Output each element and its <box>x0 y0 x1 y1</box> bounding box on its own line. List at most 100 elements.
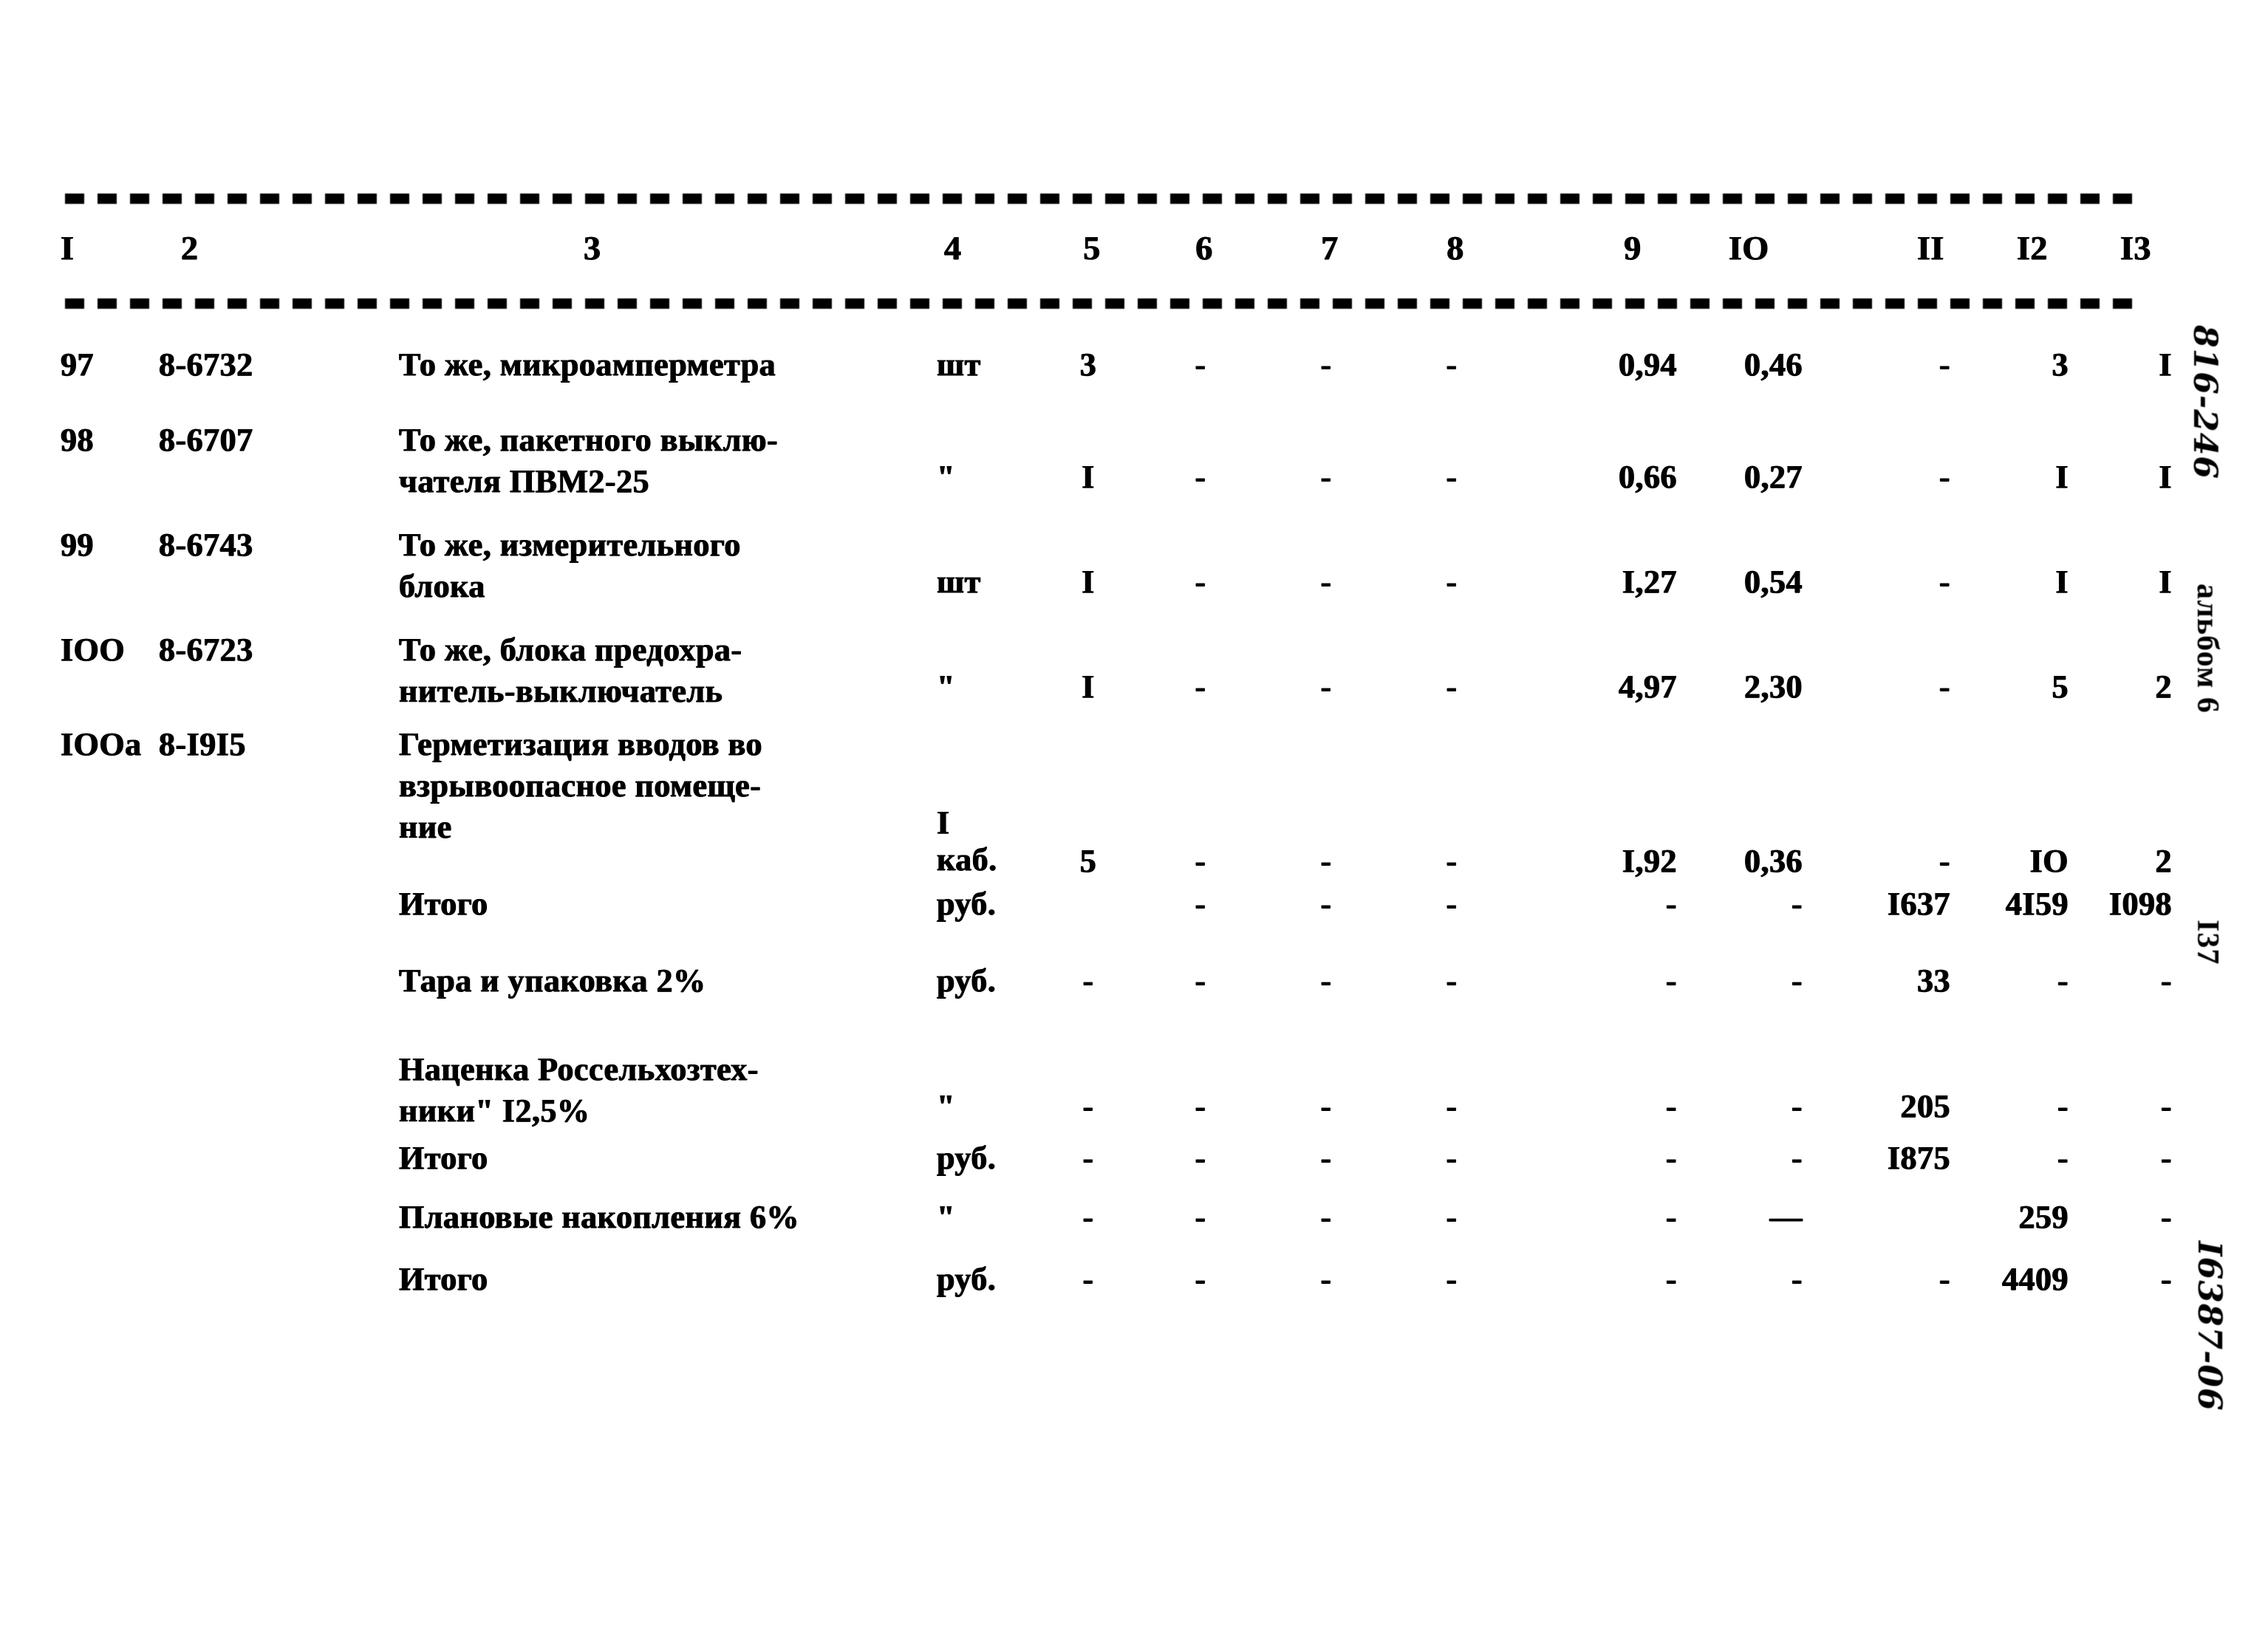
summary-col7: - <box>1320 1199 1332 1235</box>
row-col12: 5 <box>2052 669 2069 705</box>
column-header-10: IO <box>1729 229 1769 267</box>
summary-col7: - <box>1320 1261 1332 1297</box>
row-col9: I,92 <box>1622 843 1677 879</box>
row-description-cont: нитель-выключатель <box>399 673 723 709</box>
row-code: 8-6723 <box>159 632 253 668</box>
summary-label: Итого <box>399 886 488 922</box>
row-col8: - <box>1446 564 1458 600</box>
row-code: 8-6707 <box>159 422 253 458</box>
summary-col9: - <box>1665 886 1677 922</box>
summary-unit: руб. <box>937 1261 997 1297</box>
summary-unit: " <box>937 1199 955 1235</box>
summary-col8: - <box>1446 886 1458 922</box>
summary-col6: - <box>1195 1199 1206 1235</box>
row-qty: I <box>1082 669 1095 705</box>
row-qty: 5 <box>1079 843 1097 879</box>
summary-col5: - <box>1082 1140 1094 1176</box>
row-unit-cont: каб. <box>937 841 997 878</box>
row-code: 8-6743 <box>159 527 253 563</box>
summary-col13: - <box>2160 1088 2172 1124</box>
row-col13: I <box>2159 564 2172 600</box>
handwritten-bottom-annotation: I6387-06 <box>2190 1241 2228 1412</box>
row-col9: 4,97 <box>1619 669 1677 705</box>
column-header-7: 7 <box>1321 229 1339 267</box>
summary-col10: - <box>1791 886 1803 922</box>
row-col12: I <box>2055 564 2069 600</box>
summary-label-cont: ники" I2,5% <box>399 1093 590 1129</box>
summary-col10: — <box>1769 1199 1803 1235</box>
row-number: 98 <box>61 422 94 458</box>
summary-col9: - <box>1665 1199 1677 1235</box>
row-col13: 2 <box>2155 669 2172 705</box>
summary-unit: " <box>937 1088 955 1124</box>
row-col7: - <box>1320 669 1332 705</box>
handwritten-top-annotation: 816-246 <box>2186 325 2224 479</box>
row-col8: - <box>1446 843 1458 879</box>
summary-col8: - <box>1446 1261 1458 1297</box>
row-col10: 0,36 <box>1744 843 1803 879</box>
summary-col7: - <box>1320 1088 1332 1124</box>
row-description: То же, измерительного <box>399 527 741 563</box>
summary-col9: - <box>1665 962 1677 999</box>
summary-col8: - <box>1446 962 1458 999</box>
row-description: То же, блока предохра- <box>399 632 742 668</box>
row-col7: - <box>1320 346 1332 383</box>
header-rule-top <box>65 194 2138 204</box>
summary-unit: руб. <box>937 962 997 999</box>
row-number: IOOa <box>61 726 142 762</box>
summary-col11: - <box>1939 1261 1950 1297</box>
summary-col13: - <box>2160 1140 2172 1176</box>
summary-label: Плановые накопления 6% <box>399 1199 800 1235</box>
row-col11: - <box>1939 346 1950 383</box>
summary-col7: - <box>1320 1140 1332 1176</box>
column-header-5: 5 <box>1083 229 1101 267</box>
row-col8: - <box>1446 459 1458 495</box>
row-col6: - <box>1195 346 1206 383</box>
summary-col8: - <box>1446 1088 1458 1124</box>
summary-col12: - <box>2057 1088 2069 1124</box>
column-header-12: I2 <box>2017 229 2048 267</box>
page-number: I37 <box>2190 920 2224 965</box>
row-qty: I <box>1082 564 1095 600</box>
row-col6: - <box>1195 564 1206 600</box>
summary-col11: I875 <box>1887 1140 1950 1176</box>
summary-col9: - <box>1665 1140 1677 1176</box>
summary-col12: 4I59 <box>2005 886 2069 922</box>
row-number: 99 <box>61 527 94 563</box>
row-description-cont2: ние <box>399 809 452 845</box>
row-unit: I <box>937 804 950 841</box>
row-description: То же, микроамперметра <box>399 346 776 383</box>
summary-col11: 33 <box>1917 962 1950 999</box>
row-description-cont: блока <box>399 568 485 604</box>
summary-col5: - <box>1082 1261 1094 1297</box>
summary-col12: 259 <box>2018 1199 2069 1235</box>
column-header-9: 9 <box>1624 229 1642 267</box>
row-col13: I <box>2159 346 2172 383</box>
column-header-13: I3 <box>2120 229 2151 267</box>
row-col7: - <box>1320 843 1332 879</box>
row-unit: " <box>937 459 955 495</box>
summary-label: Итого <box>399 1140 488 1176</box>
row-qty: I <box>1082 459 1095 495</box>
summary-col5: - <box>1082 1199 1094 1235</box>
album-label: альбом 6 <box>2190 584 2224 714</box>
summary-col11: 205 <box>1900 1088 1950 1124</box>
summary-col9: - <box>1665 1088 1677 1124</box>
row-col7: - <box>1320 564 1332 600</box>
row-col8: - <box>1446 346 1458 383</box>
row-description: То же, пакетного выклю- <box>399 422 779 458</box>
summary-col5: - <box>1082 962 1094 999</box>
summary-col6: - <box>1195 1140 1206 1176</box>
row-col6: - <box>1195 843 1206 879</box>
row-col6: - <box>1195 459 1206 495</box>
summary-label: Тара и упаковка 2% <box>399 962 706 999</box>
column-header-1: I <box>61 229 75 267</box>
summary-col13: - <box>2160 1261 2172 1297</box>
header-rule-bottom <box>65 298 2138 309</box>
summary-col13: - <box>2160 1199 2172 1235</box>
row-col7: - <box>1320 459 1332 495</box>
row-col12: I <box>2055 459 2069 495</box>
summary-col7: - <box>1320 886 1332 922</box>
summary-col10: - <box>1791 1261 1803 1297</box>
summary-col10: - <box>1791 962 1803 999</box>
